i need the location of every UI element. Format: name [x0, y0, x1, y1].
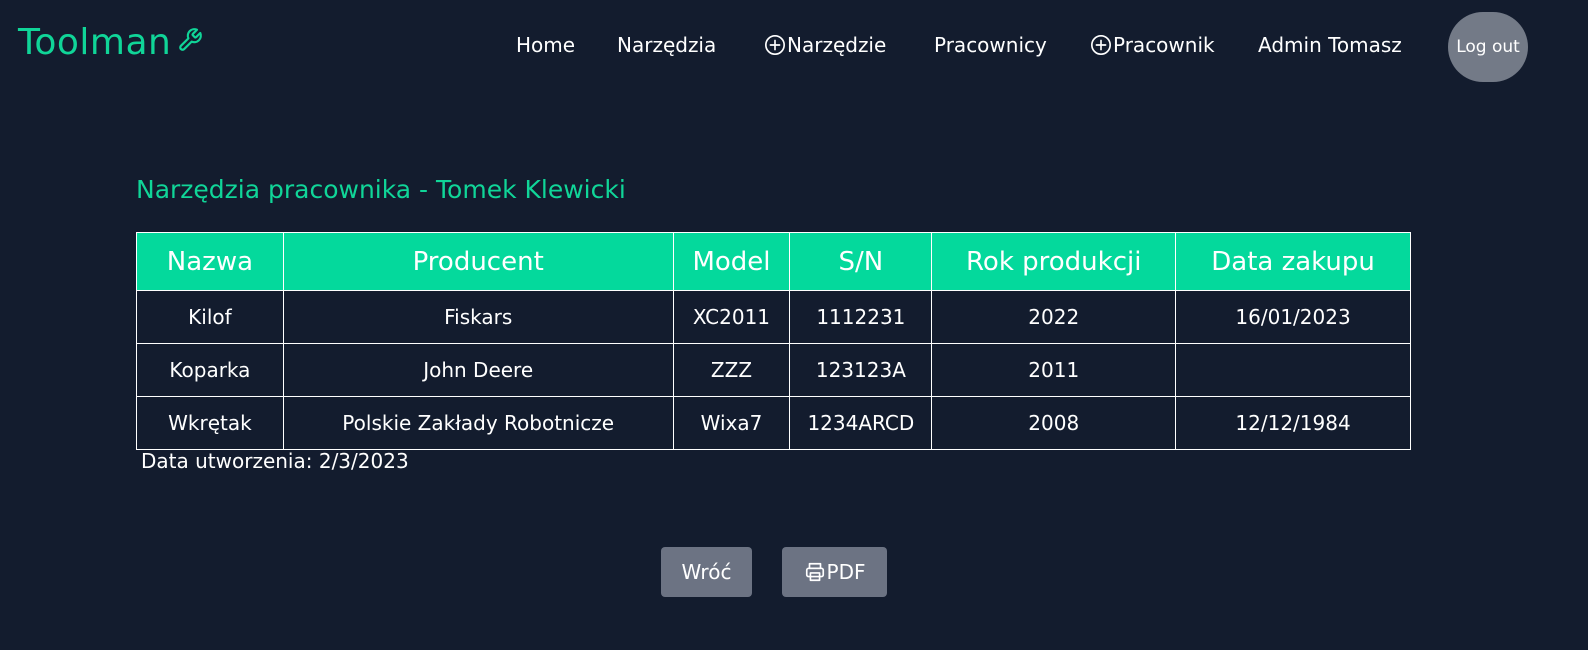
- nav-add-employee[interactable]: Pracownik: [1090, 32, 1215, 58]
- cell-purchase-date: 12/12/1984: [1175, 396, 1411, 450]
- column-header-producer: Producent: [282, 232, 674, 291]
- table-row: Wkrętak Polskie Zakłady Robotnicze Wixa7…: [136, 396, 1411, 450]
- pdf-button-label: PDF: [826, 560, 866, 584]
- cell-model: XC2011: [672, 290, 791, 344]
- logout-button[interactable]: Log out: [1448, 12, 1528, 82]
- nav-tools[interactable]: Narzędzia: [617, 32, 716, 58]
- pdf-button[interactable]: PDF: [782, 547, 887, 597]
- cell-purchase-date: 16/01/2023: [1175, 290, 1411, 344]
- table-header-row: Nazwa Producent Model S/N Rok produkcji …: [136, 232, 1411, 291]
- page: Toolman Home Narzędzia Narzędzie Pracown…: [0, 0, 1588, 650]
- back-button[interactable]: Wróć: [661, 547, 752, 597]
- cell-production-year: 2008: [931, 396, 1177, 450]
- cell-model: ZZZ: [672, 343, 791, 397]
- creation-date: Data utworzenia: 2/3/2023: [141, 449, 409, 473]
- cell-producer: Polskie Zakłady Robotnicze: [282, 396, 674, 450]
- plus-circle-icon: [1091, 35, 1111, 55]
- nav-add-employee-label: Pracownik: [1113, 33, 1215, 57]
- column-header-name: Nazwa: [136, 232, 284, 291]
- wrench-icon: [179, 27, 203, 51]
- column-header-serial: S/N: [789, 232, 933, 291]
- cell-name: Kilof: [136, 290, 284, 344]
- cell-serial: 1112231: [789, 290, 933, 344]
- nav-home[interactable]: Home: [516, 32, 575, 58]
- brand-name: Toolman: [18, 22, 172, 63]
- page-title: Narzędzia pracownika - Tomek Klewicki: [136, 175, 626, 204]
- nav-employees[interactable]: Pracownicy: [934, 32, 1047, 58]
- cell-purchase-date: [1175, 343, 1411, 397]
- column-header-purchase-date: Data zakupu: [1175, 232, 1411, 291]
- cell-producer: John Deere: [282, 343, 674, 397]
- cell-serial: 123123A: [789, 343, 933, 397]
- plus-circle-icon: [765, 35, 785, 55]
- nav-home-label: Home: [516, 33, 576, 57]
- nav-add-tool-label: Narzędzie: [787, 33, 887, 57]
- creation-date-label: Data utworzenia:: [141, 449, 319, 473]
- table-row: Kilof Fiskars XC2011 1112231 2022 16/01/…: [136, 290, 1411, 344]
- nav-employees-label: Pracownicy: [934, 33, 1047, 57]
- nav-tools-label: Narzędzia: [617, 33, 717, 57]
- nav-add-tool[interactable]: Narzędzie: [764, 32, 886, 58]
- table-row: Koparka John Deere ZZZ 123123A 2011: [136, 343, 1411, 397]
- column-header-production-year: Rok produkcji: [931, 232, 1177, 291]
- cell-producer: Fiskars: [282, 290, 674, 344]
- cell-name: Koparka: [136, 343, 284, 397]
- cell-production-year: 2011: [931, 343, 1177, 397]
- cell-name: Wkrętak: [136, 396, 284, 450]
- tools-table: Nazwa Producent Model S/N Rok produkcji …: [136, 232, 1411, 450]
- brand-logo-link[interactable]: Toolman: [18, 22, 203, 63]
- cell-serial: 1234ARCD: [789, 396, 933, 450]
- nav-user-profile[interactable]: Admin Tomasz: [1258, 32, 1402, 58]
- creation-date-value: 2/3/2023: [318, 449, 409, 473]
- cell-production-year: 2022: [931, 290, 1177, 344]
- cell-model: Wixa7: [672, 396, 791, 450]
- column-header-model: Model: [672, 232, 791, 291]
- printer-icon: [805, 562, 824, 582]
- nav-user-label: Admin Tomasz: [1258, 33, 1402, 57]
